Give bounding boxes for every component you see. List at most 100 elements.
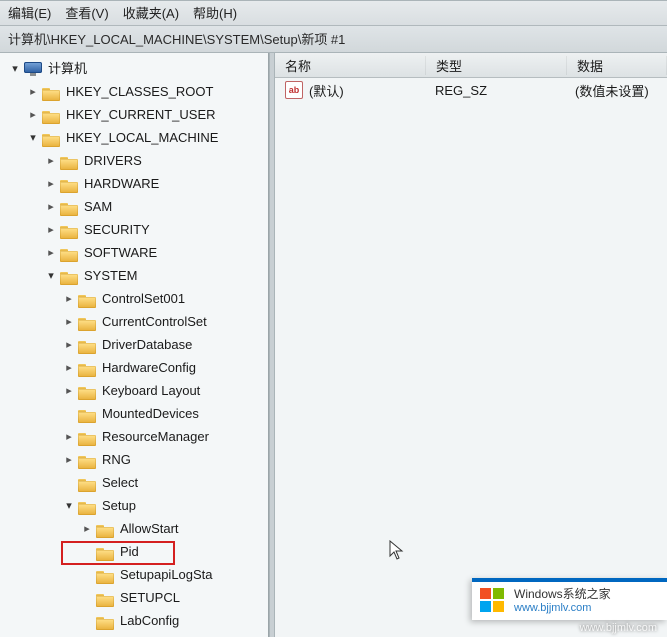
tree-label: DriverDatabase bbox=[102, 334, 192, 356]
folder-icon bbox=[78, 292, 96, 306]
tree-item-setupcl[interactable]: SETUPCL bbox=[4, 586, 268, 609]
tree-item-controlset001[interactable]: ControlSet001 bbox=[4, 287, 268, 310]
folder-icon bbox=[42, 85, 60, 99]
tree-label: SETUPCL bbox=[120, 587, 180, 609]
value-pane[interactable]: 名称 类型 数据 (默认) REG_SZ (数值未设置) bbox=[275, 53, 667, 637]
twisty-icon bbox=[80, 545, 94, 559]
folder-icon bbox=[78, 315, 96, 329]
folder-icon bbox=[78, 338, 96, 352]
twisty-icon[interactable] bbox=[62, 292, 76, 306]
twisty-icon[interactable] bbox=[26, 131, 40, 145]
tree-item-hkcu[interactable]: HKEY_CURRENT_USER bbox=[4, 103, 268, 126]
folder-icon bbox=[60, 200, 78, 214]
twisty-icon[interactable] bbox=[44, 154, 58, 168]
tree-label: RNG bbox=[102, 449, 131, 471]
menu-favorites[interactable]: 收藏夹(A) bbox=[123, 3, 179, 25]
tree-item-hkcr[interactable]: HKEY_CLASSES_ROOT bbox=[4, 80, 268, 103]
twisty-icon[interactable] bbox=[62, 384, 76, 398]
tree-item-pid[interactable]: Pid bbox=[4, 540, 268, 563]
url-watermark: www.bjjmlv.com bbox=[580, 622, 657, 634]
twisty-icon[interactable] bbox=[26, 108, 40, 122]
tree-label: SOFTWARE bbox=[84, 242, 157, 264]
tree-item-hklm[interactable]: HKEY_LOCAL_MACHINE bbox=[4, 126, 268, 149]
folder-icon bbox=[78, 476, 96, 490]
twisty-icon[interactable] bbox=[80, 522, 94, 536]
tree-item-labconfig[interactable]: LabConfig bbox=[4, 609, 268, 632]
tree-label: HardwareConfig bbox=[102, 357, 196, 379]
tree-label: ResourceManager bbox=[102, 426, 209, 448]
tree-label: 计算机 bbox=[48, 58, 87, 80]
tree-item-select[interactable]: Select bbox=[4, 471, 268, 494]
menu-edit[interactable]: 编辑(E) bbox=[8, 3, 51, 25]
tree-item-hardwareconfig[interactable]: HardwareConfig bbox=[4, 356, 268, 379]
folder-icon bbox=[78, 361, 96, 375]
regedit-window: 编辑(E) 查看(V) 收藏夹(A) 帮助(H) 计算机\HKEY_LOCAL_… bbox=[0, 0, 667, 637]
twisty-icon[interactable] bbox=[62, 453, 76, 467]
twisty-icon[interactable] bbox=[44, 223, 58, 237]
tree-item-drivers[interactable]: DRIVERS bbox=[4, 149, 268, 172]
twisty-icon[interactable] bbox=[44, 200, 58, 214]
tree-item-setupapilogsta[interactable]: SetupapiLogSta bbox=[4, 563, 268, 586]
tree-item-software[interactable]: SOFTWARE bbox=[4, 241, 268, 264]
folder-icon bbox=[96, 591, 114, 605]
tree-label: HKEY_CLASSES_ROOT bbox=[66, 81, 213, 103]
addressbar[interactable]: 计算机\HKEY_LOCAL_MACHINE\SYSTEM\Setup\新项 #… bbox=[0, 26, 667, 53]
twisty-icon[interactable] bbox=[62, 338, 76, 352]
value-type: REG_SZ bbox=[425, 83, 565, 98]
folder-icon bbox=[78, 453, 96, 467]
value-name: (默认) bbox=[309, 81, 344, 100]
folder-icon bbox=[60, 223, 78, 237]
tree-label: CurrentControlSet bbox=[102, 311, 207, 333]
tree-item-hardware[interactable]: HARDWARE bbox=[4, 172, 268, 195]
twisty-icon[interactable] bbox=[44, 177, 58, 191]
folder-icon bbox=[60, 177, 78, 191]
tree-label: Setup bbox=[102, 495, 136, 517]
tree-item-resourcemanager[interactable]: ResourceManager bbox=[4, 425, 268, 448]
menubar: 编辑(E) 查看(V) 收藏夹(A) 帮助(H) bbox=[0, 1, 667, 26]
tree-item-rng[interactable]: RNG bbox=[4, 448, 268, 471]
twisty-icon[interactable] bbox=[62, 315, 76, 329]
tree-item-keyboardlayout[interactable]: Keyboard Layout bbox=[4, 379, 268, 402]
tree-item-security[interactable]: SECURITY bbox=[4, 218, 268, 241]
value-data: (数值未设置) bbox=[565, 81, 667, 100]
twisty-icon bbox=[62, 476, 76, 490]
twisty-icon[interactable] bbox=[62, 430, 76, 444]
tree-item-sam[interactable]: SAM bbox=[4, 195, 268, 218]
tree-item-mounteddevices[interactable]: MountedDevices bbox=[4, 402, 268, 425]
watermark-text: Windows系统之家 www.bjjmlv.com bbox=[514, 587, 611, 615]
menu-view[interactable]: 查看(V) bbox=[65, 3, 108, 25]
tree-label: HKEY_CURRENT_USER bbox=[66, 104, 216, 126]
menu-help[interactable]: 帮助(H) bbox=[193, 3, 237, 25]
tree-label: SECURITY bbox=[84, 219, 150, 241]
twisty-icon[interactable] bbox=[44, 246, 58, 260]
twisty-icon[interactable] bbox=[8, 62, 22, 76]
watermark-box: Windows系统之家 www.bjjmlv.com bbox=[472, 578, 667, 620]
tree-item-system[interactable]: SYSTEM bbox=[4, 264, 268, 287]
folder-icon bbox=[78, 499, 96, 513]
watermark-url: www.bjjmlv.com bbox=[514, 602, 611, 615]
column-headers: 名称 类型 数据 bbox=[275, 53, 667, 78]
twisty-icon[interactable] bbox=[26, 85, 40, 99]
twisty-icon[interactable] bbox=[44, 269, 58, 283]
twisty-icon bbox=[80, 614, 94, 628]
tree-item-currentcontrolset[interactable]: CurrentControlSet bbox=[4, 310, 268, 333]
mouse-cursor-icon bbox=[389, 540, 405, 562]
tree-label: SYSTEM bbox=[84, 265, 137, 287]
col-type[interactable]: 类型 bbox=[426, 56, 567, 75]
col-name[interactable]: 名称 bbox=[275, 56, 426, 75]
folder-icon bbox=[96, 568, 114, 582]
tree-label: ControlSet001 bbox=[102, 288, 185, 310]
tree-item-driverdatabase[interactable]: DriverDatabase bbox=[4, 333, 268, 356]
folder-icon bbox=[78, 407, 96, 421]
twisty-icon[interactable] bbox=[62, 361, 76, 375]
col-data[interactable]: 数据 bbox=[567, 56, 667, 75]
value-row-default[interactable]: (默认) REG_SZ (数值未设置) bbox=[275, 78, 667, 102]
twisty-icon bbox=[80, 591, 94, 605]
tree-item-allowstart[interactable]: AllowStart bbox=[4, 517, 268, 540]
body: 计算机 HKEY_CLASSES_ROOT HKEY_CURRENT_USER … bbox=[0, 53, 667, 637]
twisty-icon[interactable] bbox=[62, 499, 76, 513]
tree-pane[interactable]: 计算机 HKEY_CLASSES_ROOT HKEY_CURRENT_USER … bbox=[0, 53, 269, 637]
tree-item-setup[interactable]: Setup bbox=[4, 494, 268, 517]
tree-label: SetupapiLogSta bbox=[120, 564, 213, 586]
tree-root-computer[interactable]: 计算机 bbox=[4, 57, 268, 80]
